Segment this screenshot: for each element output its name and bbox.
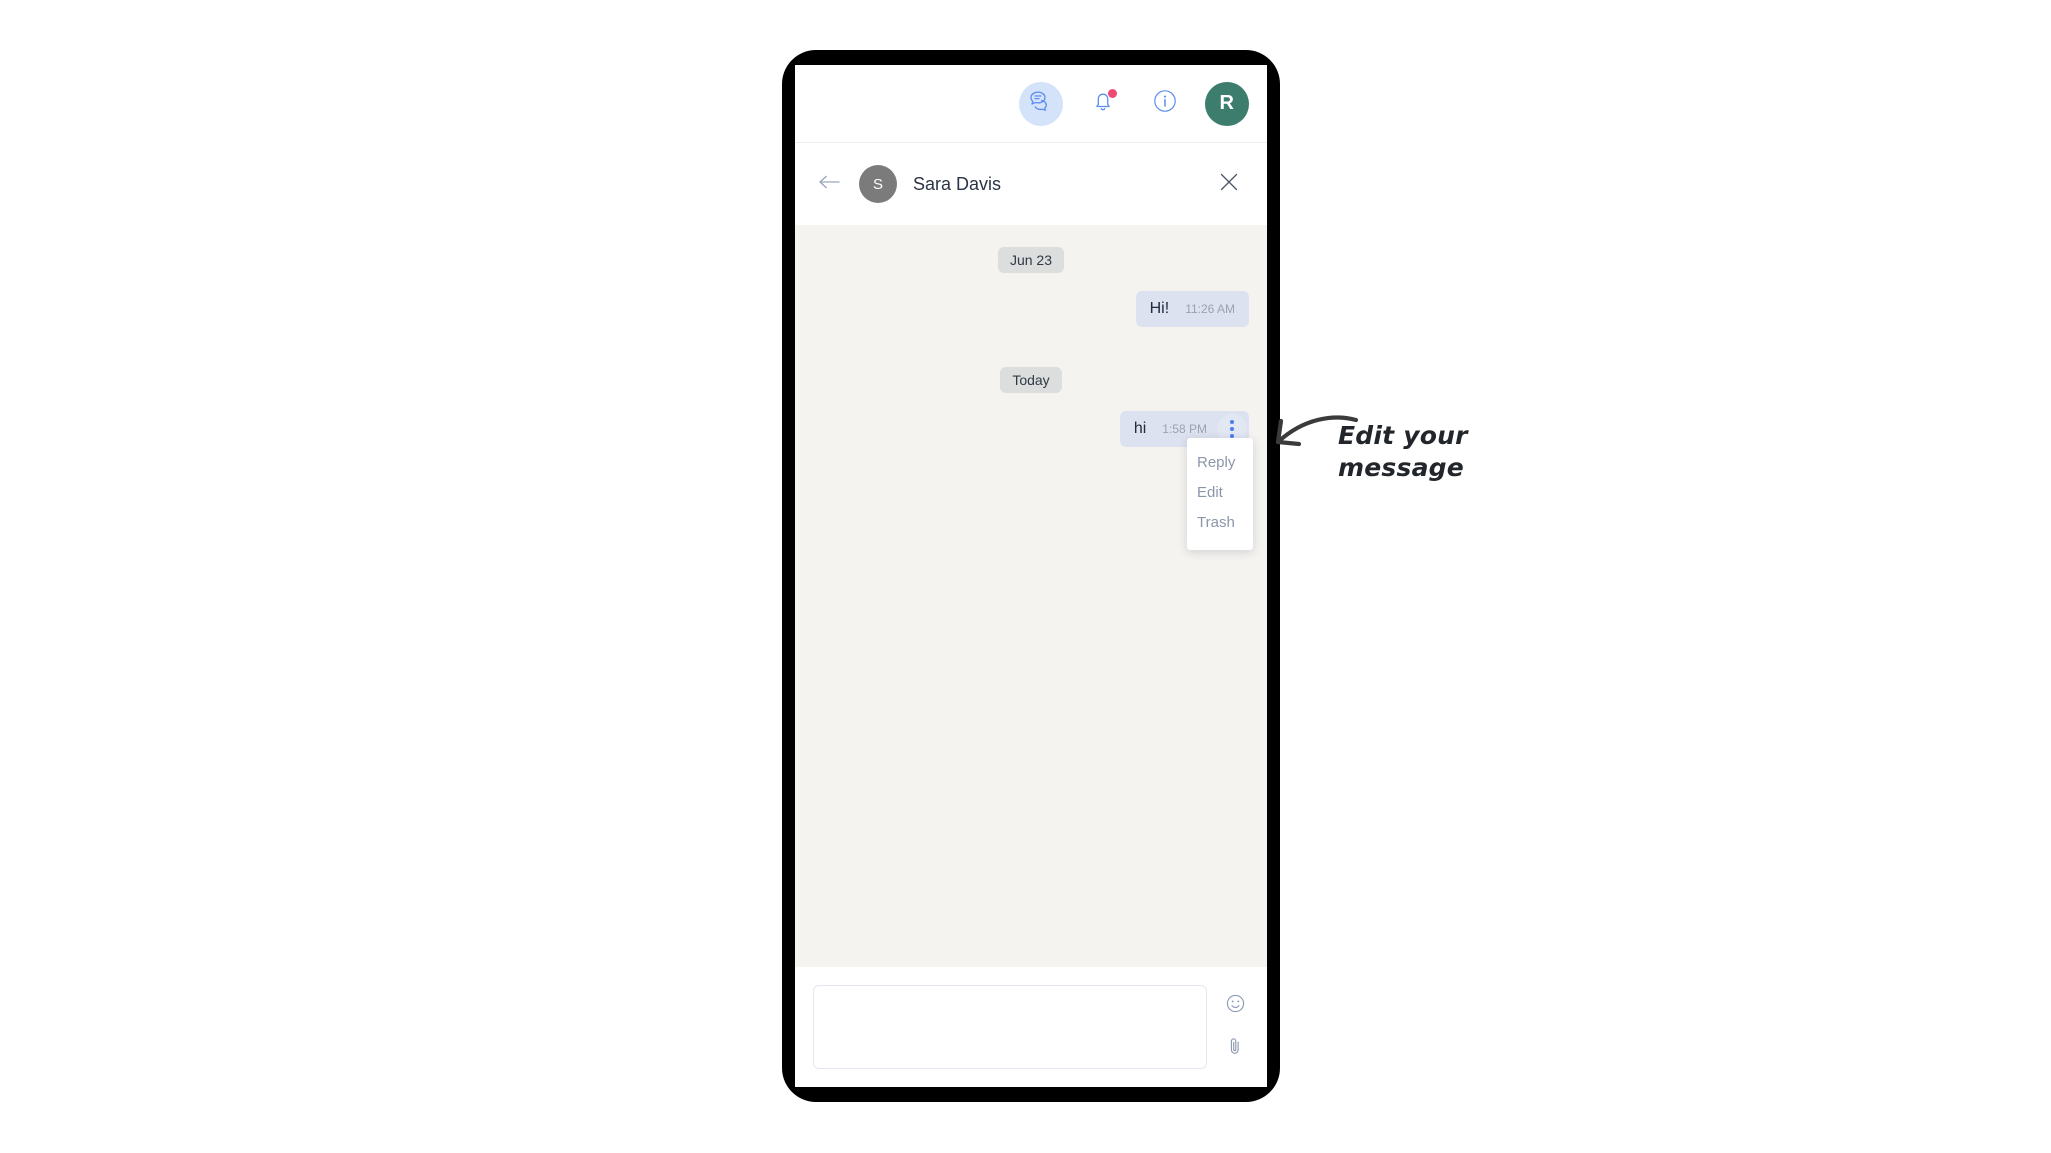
chat-tab-button[interactable]	[1019, 81, 1063, 126]
message-input[interactable]	[813, 985, 1207, 1069]
menu-item-trash[interactable]: Trash	[1187, 508, 1253, 538]
date-separator-row: Jun 23	[813, 247, 1249, 273]
notification-badge-dot	[1108, 88, 1117, 98]
close-icon	[1218, 171, 1240, 198]
phone-screen: R S Sara Davis Jun 23 Hi! 11:26 AM Today…	[795, 65, 1267, 1087]
message-bubble[interactable]: Hi! 11:26 AM	[1135, 291, 1249, 327]
paperclip-icon	[1226, 1036, 1244, 1061]
emoji-button[interactable]	[1223, 994, 1247, 1018]
notifications-button[interactable]	[1081, 82, 1125, 126]
message-time: 1:58 PM	[1162, 422, 1207, 436]
conversation-header: S Sara Davis	[795, 143, 1267, 225]
screenshot-root: R S Sara Davis Jun 23 Hi! 11:26 AM Today…	[0, 0, 2051, 1153]
arrow-left-icon	[817, 173, 841, 196]
message-list[interactable]: Jun 23 Hi! 11:26 AM Today hi 1:58 PM Rep…	[795, 225, 1267, 967]
info-button[interactable]	[1143, 82, 1187, 126]
message-context-menu[interactable]: Reply Edit Trash	[1187, 438, 1253, 550]
contact-avatar[interactable]: S	[859, 165, 897, 203]
date-chip: Today	[1000, 367, 1062, 393]
date-chip: Jun 23	[997, 247, 1065, 273]
contact-avatar-initial: S	[872, 175, 883, 193]
back-button[interactable]	[815, 170, 843, 198]
annotation-line-2: message	[1338, 453, 1464, 482]
info-icon	[1152, 88, 1178, 119]
attach-button[interactable]	[1223, 1036, 1247, 1060]
smiley-icon	[1225, 993, 1246, 1019]
menu-item-reply[interactable]: Reply	[1187, 448, 1253, 478]
conversation-title: Sara Davis	[913, 173, 1002, 194]
phone-device-frame: R S Sara Davis Jun 23 Hi! 11:26 AM Today…	[782, 50, 1280, 1102]
user-avatar[interactable]: R	[1205, 81, 1249, 126]
composer-actions	[1219, 994, 1251, 1060]
user-avatar-initial: R	[1219, 92, 1235, 114]
message-row: Hi! 11:26 AM	[813, 291, 1249, 327]
annotation-line-1: Edit your	[1338, 421, 1468, 450]
app-topbar: R	[795, 65, 1267, 143]
message-composer	[795, 967, 1267, 1087]
message-text: Hi!	[1149, 300, 1170, 317]
message-time: 11:26 AM	[1185, 302, 1235, 316]
annotation-callout: Edit your message	[1338, 420, 1658, 484]
date-separator-row: Today	[813, 367, 1249, 393]
close-conversation-button[interactable]	[1215, 170, 1243, 198]
menu-item-edit[interactable]: Edit	[1187, 478, 1253, 508]
message-row: hi 1:58 PM	[813, 411, 1249, 447]
chat-icon	[1028, 88, 1054, 119]
message-text: hi	[1133, 420, 1147, 437]
